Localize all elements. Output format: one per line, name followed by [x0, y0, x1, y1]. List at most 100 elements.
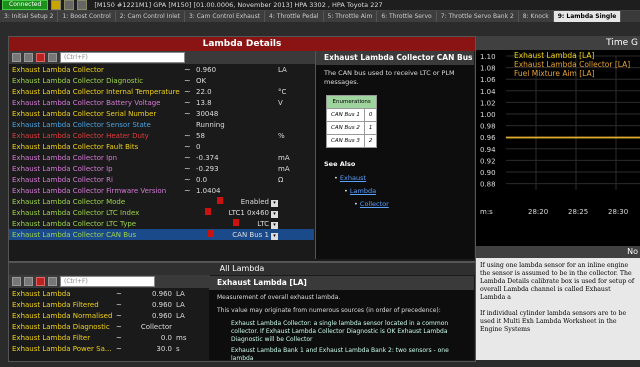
settings-icon[interactable]: [48, 53, 57, 62]
channel-value: 30.0: [156, 344, 172, 353]
grid-icon[interactable]: [12, 277, 21, 286]
all-lambda-row[interactable]: Exhaust Lambda Normalised ~0.960 LA: [9, 310, 207, 321]
signal-icon: ~: [184, 131, 191, 140]
notes-pane: No If using one lambda sensor for an inl…: [476, 246, 640, 360]
filter-icon[interactable]: [36, 277, 45, 286]
settings-icon[interactable]: [48, 277, 57, 286]
channel-row[interactable]: Exhaust Lambda Collector LTC Index LTC1 0…: [9, 207, 314, 218]
pause-icon[interactable]: [64, 0, 75, 10]
channel-row[interactable]: Exhaust Lambda Collector Ipn ~ -0.374 mA: [9, 152, 314, 163]
channel-row[interactable]: Exhaust Lambda Collector Diagnostic ~ OK: [9, 75, 314, 86]
tab-throttle-servo[interactable]: 6: Throttle Servo: [377, 11, 437, 22]
channel-row[interactable]: Exhaust Lambda Collector LTC Type LTC ▾: [9, 218, 314, 229]
channel-row[interactable]: Exhaust Lambda Collector CAN Bus CAN Bus …: [9, 229, 314, 240]
all-lambda-row[interactable]: Exhaust Lambda ~0.960 LA: [9, 288, 207, 299]
channel-value: Running: [196, 120, 225, 129]
channel-name: Exhaust Lambda Collector Ipn: [12, 153, 118, 162]
time-graph-header: Time G: [476, 36, 640, 50]
worksheet-tab-bar: 3: Initial Setup 2 1: Boost Control 2: C…: [0, 11, 640, 22]
channel-value[interactable]: LTC: [257, 220, 269, 228]
help-pane: Exhaust Lambda Collector CAN Bus The CAN…: [315, 51, 474, 259]
channel-row[interactable]: Exhaust Lambda Collector Mode Enabled ▾: [9, 196, 314, 207]
channel-name: Exhaust Lambda Collector Sensor State: [12, 120, 151, 129]
help-text: The CAN bus used to receive LTC or PLM m…: [324, 69, 455, 86]
dropdown-arrow-icon[interactable]: ▾: [271, 221, 278, 229]
y-tick-label: 0.98: [480, 123, 496, 131]
search-input[interactable]: (Ctrl+F): [60, 52, 185, 63]
all-lambda-help: Exhaust Lambda [LA] Measurement of overa…: [209, 276, 474, 362]
tab-cam-control-exhaust[interactable]: 3: Cam Control Exhaust: [184, 11, 266, 22]
link-exhaust[interactable]: Exhaust: [340, 174, 366, 182]
channel-name: Exhaust Lambda Normalised: [12, 311, 113, 320]
channel-row[interactable]: Exhaust Lambda Collector Ip ~ -0.293 mA: [9, 163, 314, 174]
y-tick-label: 0.90: [480, 169, 496, 177]
list-icon[interactable]: [24, 53, 33, 62]
channel-row[interactable]: Exhaust Lambda Collector Serial Number ~3…: [9, 108, 314, 119]
channel-name: Exhaust Lambda Filtered: [12, 300, 99, 309]
tab-boost-control[interactable]: 1: Boost Control: [58, 11, 116, 22]
channel-value: 30048: [196, 109, 219, 118]
channel-name: Exhaust Lambda: [12, 289, 71, 298]
dropdown-arrow-icon[interactable]: ▾: [271, 210, 278, 218]
list-icon[interactable]: [24, 277, 33, 286]
channel-row[interactable]: Exhaust Lambda Collector Ri ~0.0 Ω: [9, 174, 314, 185]
grid-icon[interactable]: [12, 53, 21, 62]
link-lambda[interactable]: Lambda: [350, 187, 376, 195]
all-lambda-title: All Lambda: [9, 263, 475, 275]
link-collector[interactable]: Collector: [360, 200, 389, 208]
y-tick-label: 1.08: [480, 65, 496, 73]
all-lambda-row[interactable]: Exhaust Lambda Diagnostic ~ Collector: [9, 321, 207, 332]
channel-row[interactable]: Exhaust Lambda Collector ~0.960 LA: [9, 64, 314, 75]
notes-text: If using one lambda sensor for an inline…: [480, 262, 635, 301]
search-input[interactable]: (Ctrl+F): [60, 276, 155, 287]
tab-knock[interactable]: 8: Knock: [518, 11, 554, 22]
channel-unit: LA: [176, 311, 185, 320]
tab-initial-setup[interactable]: 3: Initial Setup 2: [0, 11, 59, 22]
all-lambda-row[interactable]: Exhaust Lambda Filtered ~0.960 LA: [9, 299, 207, 310]
enum-name: CAN Bus 1: [326, 108, 365, 122]
channel-name: Exhaust Lambda Collector Mode: [12, 197, 126, 206]
time-graph-plot[interactable]: 1.10 1.08 1.06 1.04 1.02 1.00 0.98 0.96 0.94 0.92…: [476, 50, 640, 246]
channel-row[interactable]: Exhaust Lambda Collector Battery Voltage…: [9, 97, 314, 108]
signal-icon: ~: [116, 300, 122, 309]
signal-icon: ~: [116, 289, 122, 298]
signal-icon: ~: [184, 87, 191, 96]
channel-row[interactable]: Exhaust Lambda Collector Sensor State Run…: [9, 119, 314, 130]
all-lambda-toolbar: (Ctrl+F): [9, 275, 210, 288]
calibration-flag-icon: [216, 196, 223, 204]
channel-unit: Ω: [278, 175, 284, 184]
channel-value[interactable]: CAN Bus 1: [232, 231, 269, 239]
tab-throttle-pedal[interactable]: 4: Throttle Pedal: [265, 11, 324, 22]
channel-row[interactable]: Exhaust Lambda Collector Firmware Versio…: [9, 185, 314, 196]
y-tick-label: 1.00: [480, 111, 496, 119]
channel-name: Exhaust Lambda Collector Heater Duty: [12, 131, 149, 140]
channel-value: 0.960: [151, 300, 172, 309]
tab-cam-control-inlet[interactable]: 2: Cam Control Inlet: [115, 11, 185, 22]
x-tick-label: 28:25: [568, 208, 588, 216]
channel-value[interactable]: Enabled: [241, 198, 269, 206]
channel-value[interactable]: LTC1 0x460: [229, 209, 269, 217]
x-tick-label: 28:20: [528, 208, 548, 216]
channel-unit: V: [278, 98, 283, 107]
dropdown-arrow-icon[interactable]: ▾: [271, 199, 278, 207]
stop-icon[interactable]: [77, 0, 88, 10]
tab-throttle-servo-bank2[interactable]: 7: Throttle Servo Bank 2: [436, 11, 519, 22]
channel-row[interactable]: Exhaust Lambda Collector Internal Temper…: [9, 86, 314, 97]
channel-name: Exhaust Lambda Diagnostic: [12, 322, 110, 331]
tab-lambda-single[interactable]: 9: Lambda Single: [553, 11, 622, 22]
channel-name: Exhaust Lambda Collector Ip: [12, 164, 113, 173]
signal-icon: ~: [116, 333, 122, 342]
all-lambda-row[interactable]: Exhaust Lambda Filter ~0.0 ms: [9, 332, 207, 343]
tab-throttle-aim[interactable]: 5: Throttle Aim: [323, 11, 378, 22]
channel-value: 0: [196, 142, 201, 151]
ecu-icon[interactable]: [51, 0, 62, 10]
channel-row[interactable]: Exhaust Lambda Collector Fault Bits ~0: [9, 141, 314, 152]
channel-name: Exhaust Lambda Filter: [12, 333, 91, 342]
all-lambda-row[interactable]: Exhaust Lambda Power Sa... ~30.0 s: [9, 343, 207, 354]
enum-table: Enumerations CAN Bus 10 CAN Bus 21 CAN B…: [325, 95, 378, 148]
channel-name: Exhaust Lambda Collector Firmware Versio…: [12, 186, 167, 195]
dropdown-arrow-icon[interactable]: ▾: [271, 232, 278, 240]
filter-icon[interactable]: [36, 53, 45, 62]
channel-row[interactable]: Exhaust Lambda Collector Heater Duty ~58%: [9, 130, 314, 141]
signal-icon: ~: [184, 142, 191, 151]
